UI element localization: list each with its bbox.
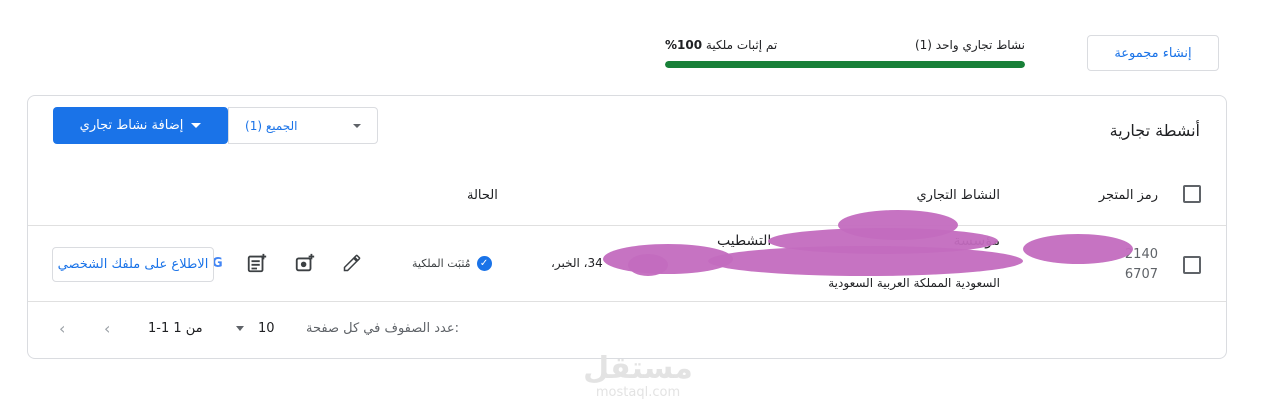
watermark-arabic: مستقل <box>583 351 693 386</box>
status-label: مُثبَت الملكية <box>412 257 471 270</box>
table-divider <box>28 301 1226 302</box>
verification-progress-fill <box>665 61 1025 68</box>
verification-progress-bar <box>665 61 1025 68</box>
column-header-store-code: رمز المتجر <box>1098 188 1158 203</box>
verification-percent: 100% <box>665 38 703 52</box>
add-post-icon[interactable] <box>245 251 269 275</box>
watermark-logo: مستقل mostaql.com <box>583 352 693 400</box>
business-address-line1: 34، الخبر، <box>551 256 603 270</box>
select-all-checkbox[interactable] <box>1183 185 1201 203</box>
verification-label: تم إثبات ملكية <box>705 38 778 52</box>
filter-label: الجميع (1) <box>245 118 298 133</box>
view-profile-button[interactable]: الاطلاع على ملفك الشخصي <box>52 247 214 282</box>
card-title: أنشطة تجارية <box>1109 121 1200 140</box>
caret-down-icon <box>236 326 244 331</box>
redaction-mark <box>708 246 1023 276</box>
add-business-label: إضافة نشاط تجاري <box>79 118 184 133</box>
table-divider <box>28 225 1226 226</box>
business-address-line2: السعودية المملكة العربية السعودية <box>828 276 1000 290</box>
redaction-mark <box>628 254 668 276</box>
businesses-card: أنشطة تجارية إضافة نشاط تجاري الجميع (1)… <box>27 95 1227 359</box>
caret-down-icon <box>191 123 202 128</box>
column-header-business: النشاط التجاري <box>916 188 1000 203</box>
business-count-label: نشاط تجاري واحد (1) <box>914 38 1025 52</box>
watermark-latin: mostaql.com <box>595 385 681 400</box>
business-name-fragment: التشطيب <box>717 233 772 249</box>
add-business-button[interactable]: إضافة نشاط تجاري <box>53 107 228 144</box>
redaction-mark <box>1023 234 1133 264</box>
row-checkbox[interactable] <box>1183 256 1201 274</box>
redaction-mark <box>603 244 733 274</box>
page-range-label: 1-1 من 1 <box>148 321 203 336</box>
status-badge: ✓ مُثبَت الملكية <box>412 256 492 271</box>
verified-check-icon: ✓ <box>476 256 492 271</box>
caret-down-icon <box>353 123 361 128</box>
add-photo-icon[interactable] <box>293 251 317 275</box>
verification-summary: نشاط تجاري واحد (1) تم إثبات ملكية 100% <box>665 38 1025 68</box>
edit-pencil-icon[interactable] <box>340 251 364 275</box>
verification-status: تم إثبات ملكية 100% <box>665 38 777 56</box>
create-group-button[interactable]: إنشاء مجموعة <box>1087 35 1219 71</box>
rows-per-page-value: 10 <box>258 321 275 336</box>
rows-per-page-label: عدد الصفوف في كل صفحة: <box>306 321 459 336</box>
rows-per-page-select[interactable]: 10 <box>236 321 275 336</box>
next-page-icon[interactable]: ‹ <box>104 319 110 338</box>
column-header-status: الحالة <box>467 188 498 203</box>
filter-dropdown[interactable]: الجميع (1) <box>228 107 378 144</box>
last-page-icon[interactable]: ‹ <box>59 319 65 338</box>
